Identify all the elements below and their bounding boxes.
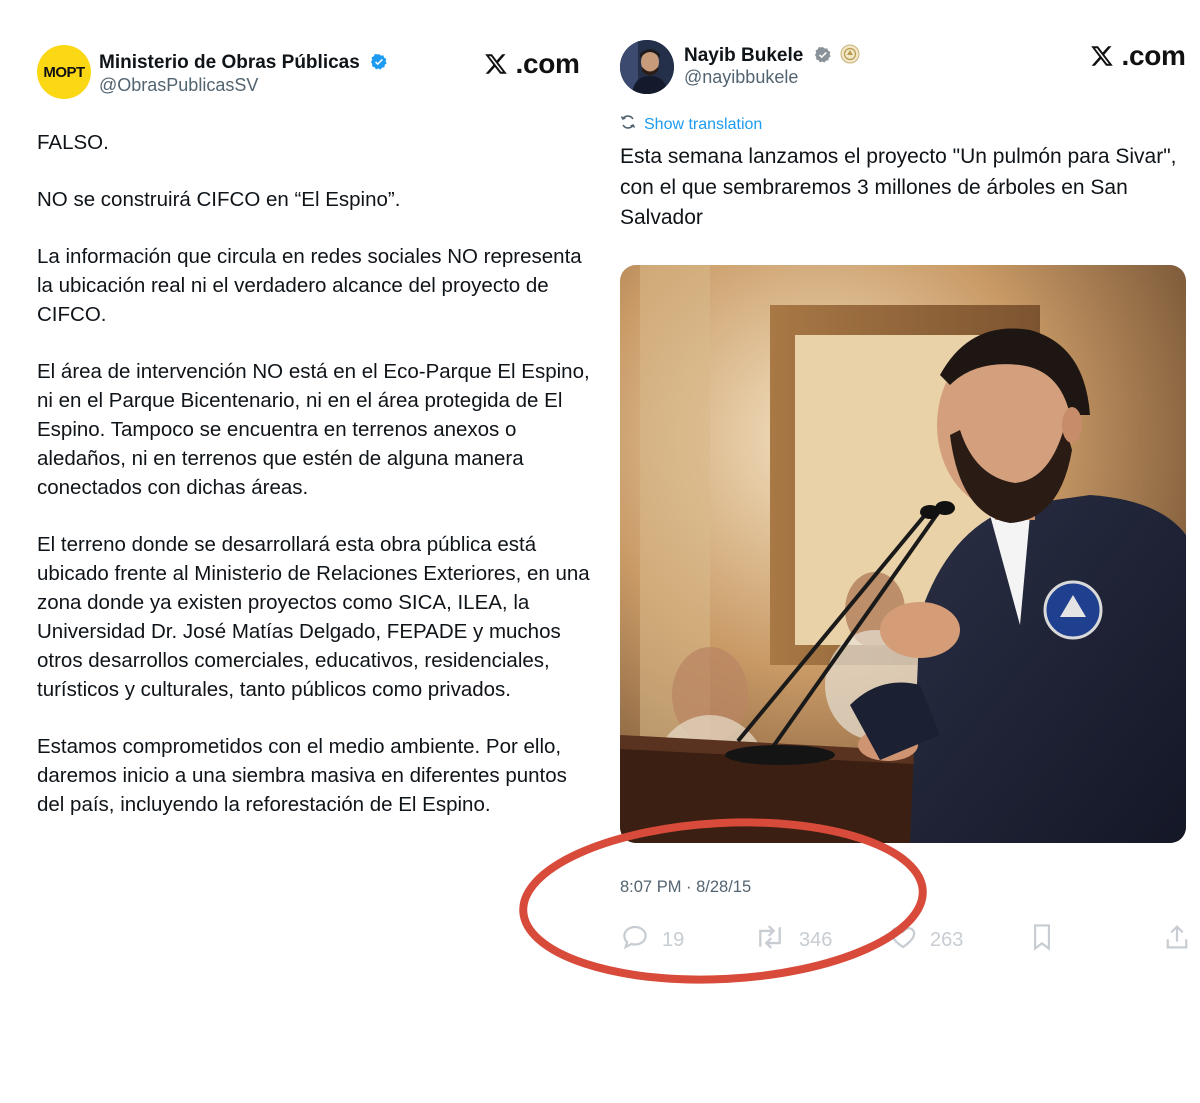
source-domain-text: .com xyxy=(1121,40,1186,71)
tweet-paragraph: NO se construirá CIFCO en “El Espino”. xyxy=(37,188,401,211)
translate-icon xyxy=(620,114,636,135)
bookmark-icon xyxy=(1028,922,1056,958)
left-author-row: Ministerio de Obras Públicas xyxy=(99,52,388,77)
left-tweet-text: FALSO. NO se construirá CIFCO en “El Esp… xyxy=(37,128,597,847)
annotation-circle xyxy=(515,815,935,1000)
tweet-paragraph: El área de intervención NO está en el Ec… xyxy=(37,360,590,499)
tweet-paragraph: FALSO. xyxy=(37,131,109,154)
avatar-logo-text: MOPT xyxy=(43,63,85,81)
right-tweet-text: Esta semana lanzamos el proyecto "Un pul… xyxy=(620,145,1177,229)
left-source-label: .com xyxy=(484,48,580,80)
right-author-handle[interactable]: @nayibbukele xyxy=(684,67,798,88)
tweet-paragraph: Estamos comprometidos con el medio ambie… xyxy=(37,735,567,816)
like-count: 263 xyxy=(930,928,964,951)
source-domain-text: .com xyxy=(515,48,580,79)
government-seal-icon xyxy=(840,44,860,70)
x-logo-icon xyxy=(1090,40,1121,71)
show-translation-label: Show translation xyxy=(644,115,763,133)
show-translation-link[interactable]: Show translation xyxy=(620,114,762,135)
tweet-photo[interactable] xyxy=(620,265,1186,843)
left-author-name[interactable]: Ministerio de Obras Públicas xyxy=(99,52,360,73)
share-button[interactable] xyxy=(1163,922,1191,958)
tweet-paragraph: La información que circula en redes soci… xyxy=(37,245,582,326)
mopt-avatar[interactable]: MOPT xyxy=(37,45,91,99)
share-icon xyxy=(1163,922,1191,958)
bookmark-button[interactable] xyxy=(1028,922,1056,958)
tweet-paragraph: El terreno donde se desarrollará esta ob… xyxy=(37,533,590,701)
x-logo-icon xyxy=(484,48,515,79)
left-author-handle[interactable]: @ObrasPublicasSV xyxy=(99,75,258,96)
verified-badge-icon xyxy=(370,53,388,77)
right-source-label: .com xyxy=(1090,40,1186,72)
verified-badge-icon xyxy=(814,46,832,70)
right-author-name[interactable]: Nayib Bukele xyxy=(684,45,803,66)
bukele-avatar[interactable] xyxy=(620,40,674,94)
